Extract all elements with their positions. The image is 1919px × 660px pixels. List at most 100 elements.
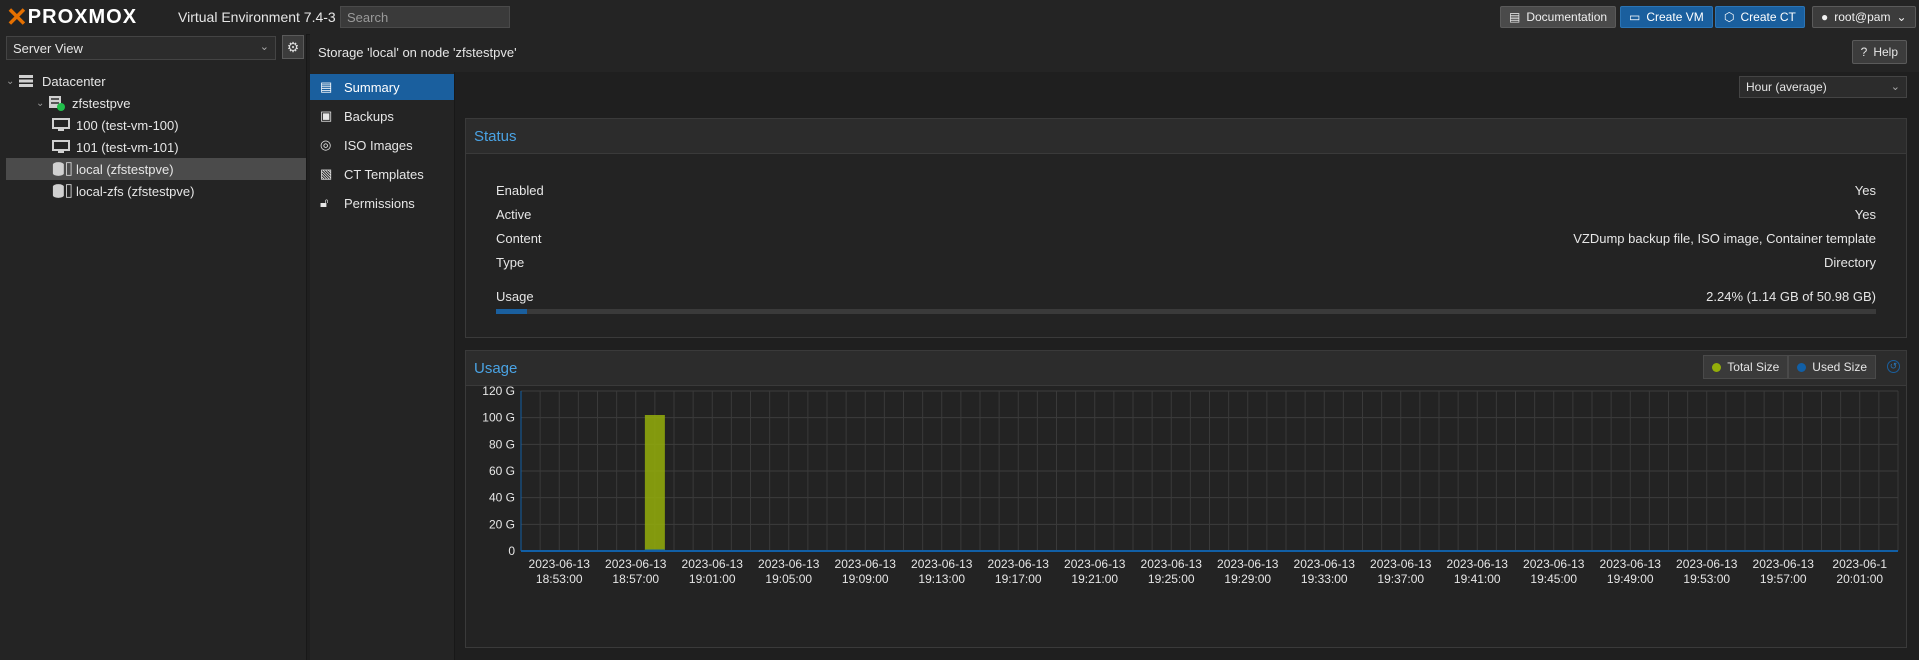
- create-ct-label: Create CT: [1740, 10, 1796, 24]
- usage-progress-bar: [496, 309, 1876, 314]
- proxmox-logo[interactable]: ✕ PROXMOX: [6, 2, 137, 32]
- x-tick-time: 18:53:00: [536, 572, 583, 586]
- view-selector[interactable]: Server View ⌄: [6, 36, 276, 60]
- gear-button[interactable]: ⚙: [282, 35, 304, 59]
- x-tick-date: 2023-06-13: [529, 557, 591, 571]
- tree-item-label: 101 (test-vm-101): [76, 139, 179, 155]
- status-title: Status: [474, 128, 517, 145]
- timeframe-value: Hour (average): [1746, 80, 1827, 94]
- content-header: Storage 'local' on node 'zfstestpve' ? H…: [310, 34, 1919, 73]
- floppy-icon: ▣: [320, 108, 333, 123]
- create-ct-button[interactable]: ⬡ Create CT: [1715, 6, 1805, 28]
- chevron-down-icon: ⌄: [259, 41, 269, 53]
- x-tick-time: 19:21:00: [1071, 572, 1118, 586]
- user-menu-button[interactable]: ● root@pam ⌄: [1812, 6, 1916, 28]
- status-row-active: Active Yes: [496, 207, 1876, 227]
- help-button[interactable]: ? Help: [1851, 40, 1907, 64]
- x-tick-time: 18:57:00: [612, 572, 659, 586]
- vm-icon: [52, 118, 72, 132]
- legend-dot: [1797, 362, 1807, 372]
- version-label: Virtual Environment 7.4-3: [178, 9, 336, 25]
- chevron-down-icon: ⌄: [1890, 81, 1900, 93]
- x-tick-time: 19:57:00: [1760, 572, 1807, 586]
- x-tick-date: 2023-06-13: [1064, 557, 1126, 571]
- undo-zoom-icon[interactable]: ↺: [1887, 360, 1900, 373]
- y-tick-label: 80 G: [489, 437, 515, 451]
- chart-legend: Total Size Used Size: [1703, 355, 1876, 379]
- status-row-content: Content VZDump backup file, ISO image, C…: [496, 231, 1876, 251]
- status-row-usage: Usage 2.24% (1.14 GB of 50.98 GB): [496, 289, 1876, 309]
- nav-label: Summary: [344, 79, 400, 95]
- cube-icon: ⬡: [1724, 10, 1735, 24]
- datacenter-icon: [18, 74, 38, 88]
- disc-icon: ◎: [320, 137, 332, 152]
- search-input[interactable]: [340, 6, 510, 28]
- x-tick-date: 2023-06-13: [605, 557, 667, 571]
- legend-total-size[interactable]: Total Size: [1703, 355, 1789, 379]
- nav-summary[interactable]: ▤ Summary: [310, 74, 454, 100]
- view-selector-value: Server View: [13, 40, 83, 56]
- documentation-button[interactable]: ▤ Documentation: [1500, 6, 1617, 28]
- nav-backups[interactable]: ▣ Backups: [310, 103, 454, 129]
- x-tick-date: 2023-06-13: [1370, 557, 1432, 571]
- x-tick-time: 19:09:00: [842, 572, 889, 586]
- resource-tree-panel: Server View ⌄ ⚙ ⌄ Datacenter ⌄ zfstestpv…: [0, 34, 307, 660]
- status-row-type: Type Directory: [496, 255, 1876, 275]
- book-icon: ▤: [320, 79, 333, 94]
- status-panel: Status Enabled Yes Active Yes Content VZ…: [465, 118, 1907, 338]
- x-tick-time: 20:01:00: [1836, 572, 1883, 586]
- status-key: Enabled: [496, 183, 544, 198]
- question-icon: ?: [1860, 45, 1868, 59]
- collapse-icon[interactable]: ⌄: [6, 76, 18, 87]
- tree-item-vm-101[interactable]: 101 (test-vm-101): [52, 136, 306, 158]
- x-tick-time: 19:29:00: [1224, 572, 1271, 586]
- x-tick-date: 2023-06-13: [1523, 557, 1585, 571]
- storage-subnav: ▤ Summary ▣ Backups ◎ ISO Images ▧ CT Te…: [310, 72, 455, 660]
- create-vm-label: Create VM: [1646, 10, 1704, 24]
- status-key: Content: [496, 231, 542, 246]
- documentation-label: Documentation: [1526, 10, 1608, 24]
- timeframe-selector[interactable]: Hour (average) ⌄: [1739, 76, 1907, 98]
- tree-item-local-zfs[interactable]: local-zfs (zfstestpve): [52, 180, 306, 202]
- x-tick-date: 2023-06-13: [1294, 557, 1356, 571]
- nav-permissions[interactable]: 🔓︎ Permissions: [310, 190, 454, 216]
- nav-ct-templates[interactable]: ▧ CT Templates: [310, 161, 454, 187]
- collapse-icon[interactable]: ⌄: [36, 98, 48, 109]
- x-tick-date: 2023-06-13: [911, 557, 973, 571]
- usage-label: Usage: [496, 289, 534, 304]
- status-value: Yes: [1854, 207, 1876, 222]
- x-tick-date: 2023-06-1: [1832, 557, 1887, 571]
- status-key: Active: [496, 207, 532, 222]
- tree-item-vm-100[interactable]: 100 (test-vm-100): [52, 114, 306, 136]
- status-row-enabled: Enabled Yes: [496, 183, 1876, 203]
- x-tick-date: 2023-06-13: [1600, 557, 1662, 571]
- tree-item-label: 100 (test-vm-100): [76, 117, 179, 133]
- legend-dot: [1712, 362, 1722, 372]
- y-tick-label: 100 G: [482, 411, 515, 425]
- tree-item-datacenter[interactable]: ⌄ Datacenter: [6, 70, 306, 92]
- x-tick-date: 2023-06-13: [835, 557, 897, 571]
- x-tick-time: 19:05:00: [765, 572, 812, 586]
- legend-used-size[interactable]: Used Size: [1788, 355, 1876, 379]
- usage-title: Usage: [474, 360, 518, 377]
- user-icon: ●: [1821, 10, 1829, 24]
- status-value: VZDump backup file, ISO image, Container…: [1573, 231, 1876, 246]
- tree-item-zfstestpve[interactable]: ⌄ zfstestpve: [18, 92, 306, 114]
- nav-label: CT Templates: [344, 166, 424, 182]
- x-tick-time: 19:01:00: [689, 572, 736, 586]
- top-bar: ✕ PROXMOX Virtual Environment 7.4-3 ▤ Do…: [0, 0, 1919, 35]
- page-title: Storage 'local' on node 'zfstestpve': [318, 45, 517, 60]
- nav-iso-images[interactable]: ◎ ISO Images: [310, 132, 454, 158]
- proxmox-x-icon: ✕: [6, 2, 28, 32]
- create-vm-button[interactable]: ▭ Create VM: [1620, 6, 1713, 28]
- monitor-icon: ▭: [1629, 10, 1641, 24]
- x-tick-date: 2023-06-13: [1676, 557, 1738, 571]
- legend-label: Used Size: [1812, 360, 1867, 374]
- usage-chart: 020 G40 G60 G80 G100 G120 G2023-06-1318:…: [482, 385, 1899, 586]
- book-icon: ▤: [1509, 10, 1521, 24]
- vm-icon: [52, 140, 72, 154]
- nav-label: Permissions: [344, 195, 415, 211]
- usage-chart-panel: Usage Total Size Used Size ↺ 0 20 G 40 G 60…: [465, 350, 1907, 648]
- tree-item-local[interactable]: local (zfstestpve): [6, 158, 306, 180]
- chevron-down-icon: ⌄: [1896, 10, 1907, 24]
